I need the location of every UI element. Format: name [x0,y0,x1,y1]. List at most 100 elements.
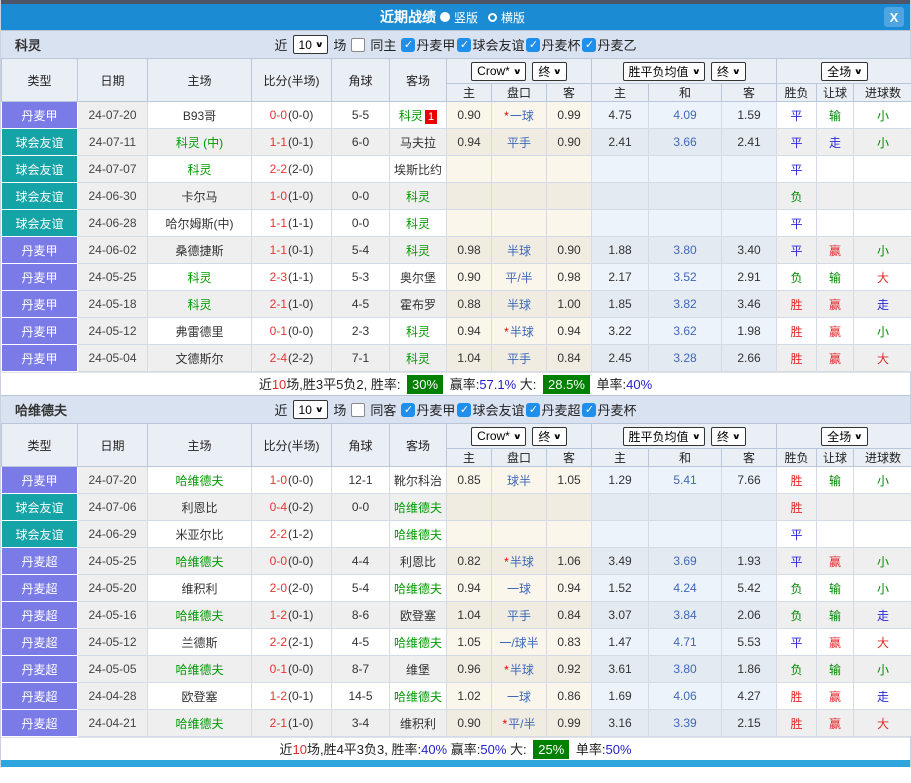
sub-header-handicap-result: 让球 [817,449,854,467]
handicap-time-select[interactable]: 终∨ [532,427,567,446]
handicap-time-select[interactable]: 终∨ [532,62,567,81]
cell-win-odds: 1.47 [592,629,649,656]
cell-draw-odds [649,521,722,548]
cell-score: 0-0(0-0) [252,548,332,575]
cell-match-result: 平 [777,237,817,264]
league-checkbox[interactable]: ✓ [401,38,415,52]
cell-handicap-home-odds: 1.05 [447,629,492,656]
col-header-corner: 角球 [332,59,390,102]
away-team-name: 哈维德夫 [394,528,442,542]
league-filter[interactable]: ✓丹麦甲 [401,400,455,419]
cell-lose-odds [722,494,777,521]
cell-lose-odds [722,210,777,237]
cell-handicap-line: 球半 [492,467,547,494]
away-team-name: 奥尔堡 [400,271,436,285]
close-button[interactable]: X [884,7,904,27]
bookmaker-select[interactable]: Crow*∨ [471,427,526,446]
cell-handicap-home-odds [447,210,492,237]
cell-home-team: 哈维德夫 [148,467,252,494]
cell-handicap-home-odds: 0.96 [447,656,492,683]
cell-match-result: 负 [777,264,817,291]
summary-segment: 40% [626,377,652,392]
horizontal-layout-radio[interactable] [488,13,497,22]
bookmaker-select[interactable]: Crow*∨ [471,62,526,81]
league-checkbox[interactable]: ✓ [457,403,471,417]
same-side-checkbox[interactable] [351,38,365,52]
cell-away-team: 科灵 [390,345,447,372]
summary-segment: 30% [407,375,443,394]
cell-away-team: 维积利 [390,710,447,737]
wdl-average-select[interactable]: 胜平负均值∨ [623,427,706,446]
cell-home-team: 维积利 [148,575,252,602]
cell-score: 0-4(0-2) [252,494,332,521]
horizontal-layout-label[interactable]: 横版 [501,9,525,26]
games-count-select[interactable]: 10∨ [293,35,329,54]
league-checkbox[interactable]: ✓ [526,403,540,417]
cell-date: 24-06-30 [78,183,148,210]
league-label: 丹麦乙 [597,35,636,54]
cell-win-odds: 1.29 [592,467,649,494]
cell-score: 1-0(0-0) [252,467,332,494]
cell-home-team: 桑德捷斯 [148,237,252,264]
chevron-down-icon: ∨ [691,67,700,76]
league-filter[interactable]: ✓丹麦杯 [582,400,636,419]
wdl-average-select[interactable]: 胜平负均值∨ [623,62,706,81]
cell-handicap-home-odds [447,521,492,548]
league-checkbox[interactable]: ✓ [457,38,471,52]
cell-draw-odds: 3.80 [649,237,722,264]
cell-win-odds [592,183,649,210]
cell-lose-odds: 2.91 [722,264,777,291]
cell-handicap-line: 平手 [492,602,547,629]
cell-handicap-home-odds: 0.88 [447,291,492,318]
chevron-down-icon: ∨ [553,432,562,441]
result-group: 全场∨ [777,424,911,449]
cell-away-team: 埃斯比约 [390,156,447,183]
vertical-layout-label[interactable]: 竖版 [454,9,478,26]
vertical-layout-radio[interactable] [440,12,450,22]
cell-home-team: 弗雷德里 [148,318,252,345]
league-filter[interactable]: ✓丹麦超 [526,400,580,419]
league-filter[interactable]: ✓球会友谊 [457,400,524,419]
league-label: 球会友谊 [472,400,524,419]
games-count-select[interactable]: 10∨ [293,400,329,419]
cell-league: 球会友谊 [2,494,78,521]
cell-score: 2-2(1-2) [252,521,332,548]
match-scope-select[interactable]: 全场∨ [821,62,868,81]
league-filter[interactable]: ✓丹麦甲 [401,35,455,54]
match-row: 丹麦超24-05-12兰德斯2-2(2-1)4-5哈维德夫1.05一/球半0.8… [2,629,911,656]
cell-away-team: 科灵 [390,210,447,237]
wdl-time-select[interactable]: 终∨ [711,427,746,446]
league-filter[interactable]: ✓丹麦乙 [582,35,636,54]
league-filter[interactable]: ✓丹麦杯 [526,35,580,54]
cell-handicap-away-odds: 0.84 [547,602,592,629]
sections-container: 科灵 近 10∨ 场 同主 ✓丹麦甲✓球会友谊✓丹麦杯✓丹麦乙 类型 日期 [1,30,910,760]
cell-handicap-line: *平/半 [492,710,547,737]
league-checkbox[interactable]: ✓ [582,403,596,417]
sub-header-goals: 进球数 [854,84,911,102]
away-team-name: 哈维德夫 [394,690,442,704]
col-header-date: 日期 [78,424,148,467]
cell-league: 球会友谊 [2,210,78,237]
cell-home-team: 科灵 [148,264,252,291]
cell-goals-result: 大 [854,345,911,372]
league-checkbox[interactable]: ✓ [582,38,596,52]
cell-lose-odds: 3.40 [722,237,777,264]
wdl-time-select[interactable]: 终∨ [711,62,746,81]
cell-score: 2-2(2-0) [252,156,332,183]
cell-away-team: 科灵1 [390,102,447,129]
cell-away-team: 利恩比 [390,548,447,575]
sub-header-result: 胜负 [777,449,817,467]
league-filter[interactable]: ✓球会友谊 [457,35,524,54]
league-checkbox[interactable]: ✓ [401,403,415,417]
away-team-name: 科灵 [406,217,430,231]
cell-win-odds: 1.88 [592,237,649,264]
cell-league: 丹麦超 [2,710,78,737]
same-side-checkbox[interactable] [351,403,365,417]
cell-handicap-line: *半球 [492,548,547,575]
league-checkbox[interactable]: ✓ [526,38,540,52]
cell-date: 24-05-18 [78,291,148,318]
cell-lose-odds: 3.46 [722,291,777,318]
cell-handicap-result: 输 [817,575,854,602]
match-scope-select[interactable]: 全场∨ [821,427,868,446]
cell-win-odds [592,210,649,237]
